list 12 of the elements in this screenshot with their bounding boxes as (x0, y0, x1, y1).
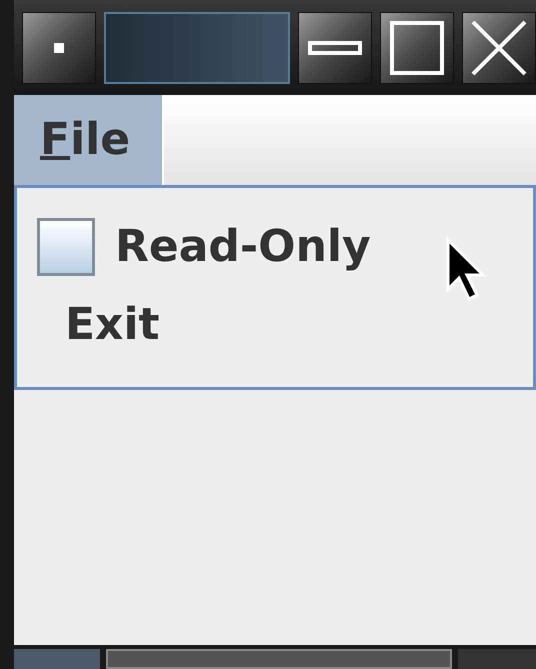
window-menu-button[interactable] (22, 12, 96, 84)
minimize-icon (308, 40, 362, 54)
close-button[interactable] (462, 12, 536, 84)
menu-item[interactable]: Read-Only (37, 218, 533, 276)
checkbox[interactable] (37, 218, 95, 276)
maximize-button[interactable] (380, 12, 454, 84)
mouse-pointer-icon (445, 237, 487, 303)
close-icon (471, 20, 527, 76)
menu[interactable]: File (14, 95, 164, 185)
minimize-button[interactable] (298, 12, 372, 84)
maximize-icon (390, 20, 444, 74)
menu-item[interactable]: Exit (37, 296, 533, 354)
